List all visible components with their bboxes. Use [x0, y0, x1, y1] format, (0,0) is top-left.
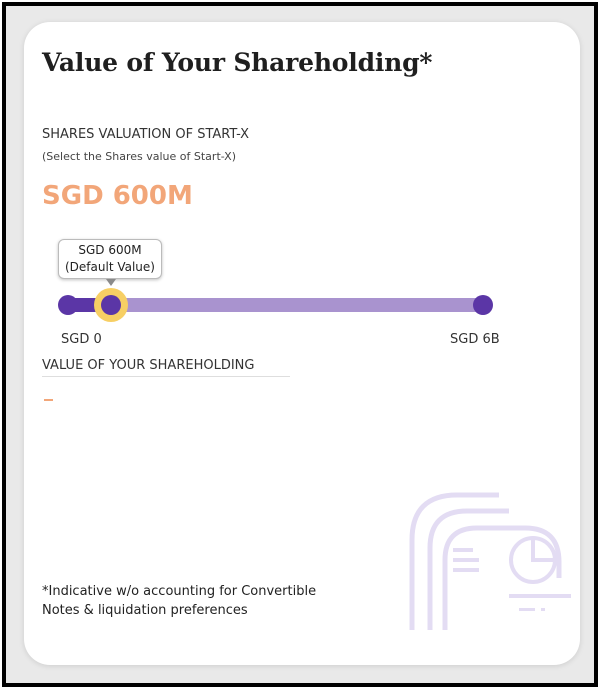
shareholding-card: Value of Your Shareholding* SHARES VALUA… — [24, 22, 580, 665]
slider-thumb-center[interactable] — [101, 295, 121, 315]
selected-valuation-value: SGD 600M — [42, 181, 193, 211]
slider-max-label: SGD 6B — [450, 332, 500, 347]
shareholding-label: VALUE OF YOUR SHAREHOLDING — [42, 358, 255, 373]
shareholding-divider — [42, 376, 290, 377]
slider-tooltip: SGD 600M (Default Value) — [58, 239, 162, 279]
tooltip-note: (Default Value) — [65, 260, 155, 274]
valuation-hint: (Select the Shares value of Start-X) — [42, 150, 237, 163]
tooltip-pointer — [106, 279, 116, 286]
screenshot-frame: Value of Your Shareholding* SHARES VALUA… — [2, 2, 598, 687]
footnote: *Indicative w/o accounting for Convertib… — [42, 582, 316, 620]
slider-min-label: SGD 0 — [61, 332, 102, 347]
valuation-label: SHARES VALUATION OF START-X — [42, 127, 250, 142]
footnote-line-2: Notes & liquidation preferences — [42, 603, 248, 618]
slider-thumb[interactable] — [94, 288, 128, 322]
tooltip-value: SGD 600M — [78, 243, 142, 257]
document-chart-icon — [409, 490, 579, 634]
slider-max-dot[interactable] — [473, 295, 493, 315]
slider-min-dot[interactable] — [58, 295, 78, 315]
slider-track[interactable] — [104, 298, 486, 312]
footnote-line-1: *Indicative w/o accounting for Convertib… — [42, 584, 317, 599]
card-title: Value of Your Shareholding* — [42, 48, 433, 77]
shareholding-value-placeholder: - — [44, 399, 53, 401]
